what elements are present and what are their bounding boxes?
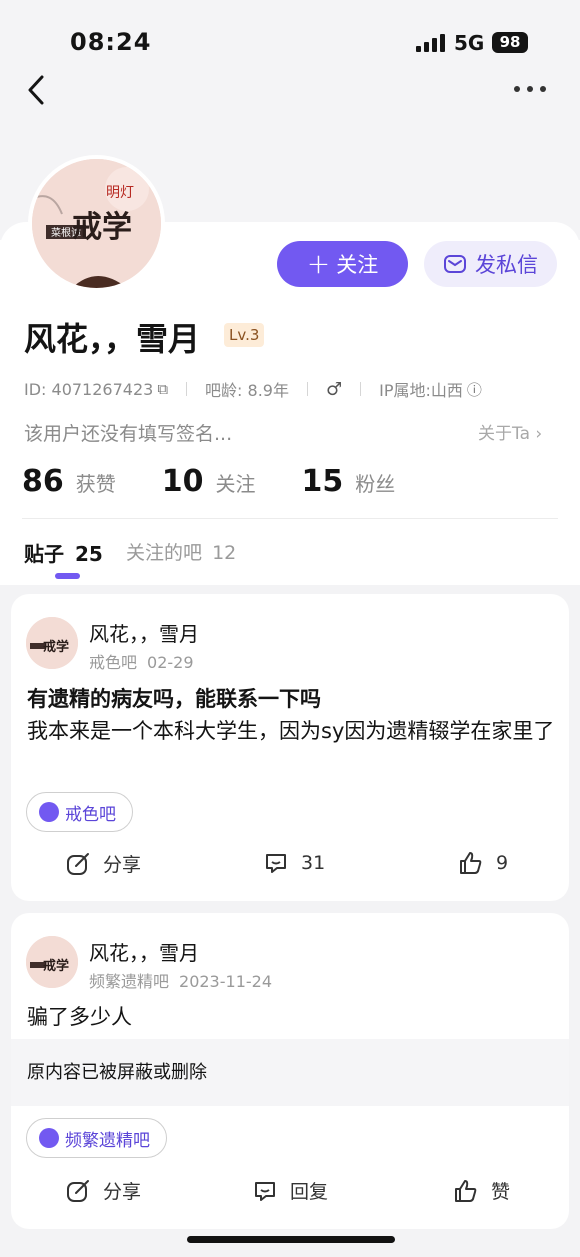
forum-icon xyxy=(39,1128,59,1148)
thumbs-up-icon xyxy=(460,852,482,874)
thumbs-up-icon xyxy=(455,1179,477,1202)
message-label: 发私信 xyxy=(475,253,538,277)
stat-number: 86 xyxy=(22,464,64,499)
stat-number: 15 xyxy=(301,464,344,499)
post-date: 02-29 xyxy=(147,653,194,672)
about-link[interactable]: 关于Ta › xyxy=(478,419,542,444)
share-icon xyxy=(67,1179,89,1202)
signal-icon xyxy=(416,34,446,52)
like-label: 赞 xyxy=(491,1181,511,1203)
avatar[interactable]: 菜根谭 明灯 戒学 xyxy=(28,155,165,292)
post-author[interactable]: 风花，，雪月 xyxy=(89,937,199,966)
stat-number: 10 xyxy=(161,464,204,499)
male-icon: ♂ xyxy=(325,378,343,400)
share-label: 分享 xyxy=(103,1181,142,1203)
divider xyxy=(306,382,308,396)
svg-text:戒学: 戒学 xyxy=(72,210,132,245)
comment-icon xyxy=(255,1181,275,1201)
profile-name: 风花，，雪月 xyxy=(24,320,201,358)
tab-count: 12 xyxy=(212,542,237,564)
forum-tag[interactable]: 戒色吧 xyxy=(26,792,133,832)
share-button[interactable]: 分享 xyxy=(65,850,141,877)
more-icon[interactable] xyxy=(512,84,548,94)
post-forum[interactable]: 频繁遗精吧 xyxy=(89,972,169,991)
stat-likes[interactable]: 86 获赞 xyxy=(22,464,116,499)
forum-tag[interactable]: 频繁遗精吧 xyxy=(26,1118,167,1158)
mail-icon xyxy=(444,255,466,273)
follow-label: 关注 xyxy=(336,253,379,277)
tab-count: 25 xyxy=(74,542,103,566)
like-count: 9 xyxy=(496,852,509,874)
divider xyxy=(22,518,558,519)
chevron-right-icon: › xyxy=(535,424,543,444)
back-icon[interactable] xyxy=(24,72,50,108)
tab-label: 贴子 xyxy=(24,542,64,566)
post-body: 我本来是一个本科大学生，因为sy因为遗精辍学在家里了 xyxy=(27,719,555,743)
network-label: 5G xyxy=(454,31,485,55)
signature: 该用户还没有填写签名... xyxy=(24,423,233,445)
share-icon xyxy=(67,852,89,875)
reply-button[interactable]: 回复 xyxy=(252,1177,328,1204)
post-author[interactable]: 风花，，雪月 xyxy=(89,618,199,647)
post-avatar[interactable]: 戒学 xyxy=(26,936,78,988)
message-button[interactable]: 发私信 xyxy=(424,241,557,287)
stat-followers[interactable]: 15 粉丝 xyxy=(302,464,396,499)
post-meta: 戒色吧 02-29 xyxy=(89,649,194,673)
like-button[interactable]: 9 xyxy=(458,850,508,876)
share-label: 分享 xyxy=(103,854,142,876)
comment-icon xyxy=(266,854,286,873)
home-indicator xyxy=(187,1236,395,1243)
stat-label: 获赞 xyxy=(75,472,116,496)
stat-label: 关注 xyxy=(215,472,256,496)
reply-label: 回复 xyxy=(290,1181,329,1203)
forum-tag-label: 戒色吧 xyxy=(65,804,116,825)
svg-text:戒学: 戒学 xyxy=(43,639,69,655)
user-id: ID: 4071267423 xyxy=(24,379,154,399)
comment-button[interactable]: 31 xyxy=(263,850,325,876)
like-button[interactable]: 赞 xyxy=(453,1177,510,1204)
stat-following[interactable]: 10 关注 xyxy=(162,464,256,499)
forum-icon xyxy=(39,802,59,822)
level-badge: Lv.3 xyxy=(224,323,265,347)
account-age: 吧龄: 8.9年 xyxy=(205,381,289,400)
post-date: 2023-11-24 xyxy=(179,972,272,991)
ip-location: IP属地:山西 xyxy=(379,381,463,400)
blocked-notice: 原内容已被屏蔽或删除 xyxy=(11,1039,569,1106)
tab-followed-forums[interactable]: 关注的吧 12 xyxy=(126,538,236,565)
stats-row: 86 获赞 10 关注 15 粉丝 xyxy=(22,464,441,504)
post-body: 骗了多少人 xyxy=(27,1005,132,1029)
battery-icon: 98 xyxy=(492,32,528,53)
follow-button[interactable]: + 关注 xyxy=(277,241,408,287)
post-title: 有遗精的病友吗，能联系一下吗 xyxy=(27,687,321,711)
comment-count: 31 xyxy=(301,852,326,874)
post-meta: 频繁遗精吧 2023-11-24 xyxy=(89,968,272,992)
post-card[interactable]: 戒学 风花，，雪月 戒色吧 02-29 有遗精的病友吗，能联系一下吗 我本来是一个… xyxy=(11,594,569,901)
svg-text:戒学: 戒学 xyxy=(43,958,69,974)
tab-indicator xyxy=(55,573,80,579)
profile-meta: ID: 4071267423 ⧉ 吧龄: 8.9年 ♂ IP属地:山西 ⓘ xyxy=(24,377,482,401)
forum-tag-label: 频繁遗精吧 xyxy=(65,1130,150,1151)
svg-text:明灯: 明灯 xyxy=(106,185,134,201)
share-button[interactable]: 分享 xyxy=(65,1177,141,1204)
stat-label: 粉丝 xyxy=(355,472,396,496)
copy-icon[interactable]: ⧉ xyxy=(157,380,168,398)
plus-icon: + xyxy=(306,247,331,280)
post-avatar[interactable]: 戒学 xyxy=(26,617,78,669)
help-icon[interactable]: ⓘ xyxy=(467,379,482,400)
divider xyxy=(360,382,362,396)
about-label: 关于Ta xyxy=(478,424,530,444)
tab-label: 关注的吧 xyxy=(126,542,203,564)
tab-posts[interactable]: 贴子 25 xyxy=(24,538,103,567)
divider xyxy=(186,382,188,396)
post-forum[interactable]: 戒色吧 xyxy=(89,653,137,672)
status-time: 08:24 xyxy=(70,28,152,56)
post-card[interactable]: 戒学 风花，，雪月 频繁遗精吧 2023-11-24 骗了多少人 原内容已被屏蔽或… xyxy=(11,913,569,1229)
